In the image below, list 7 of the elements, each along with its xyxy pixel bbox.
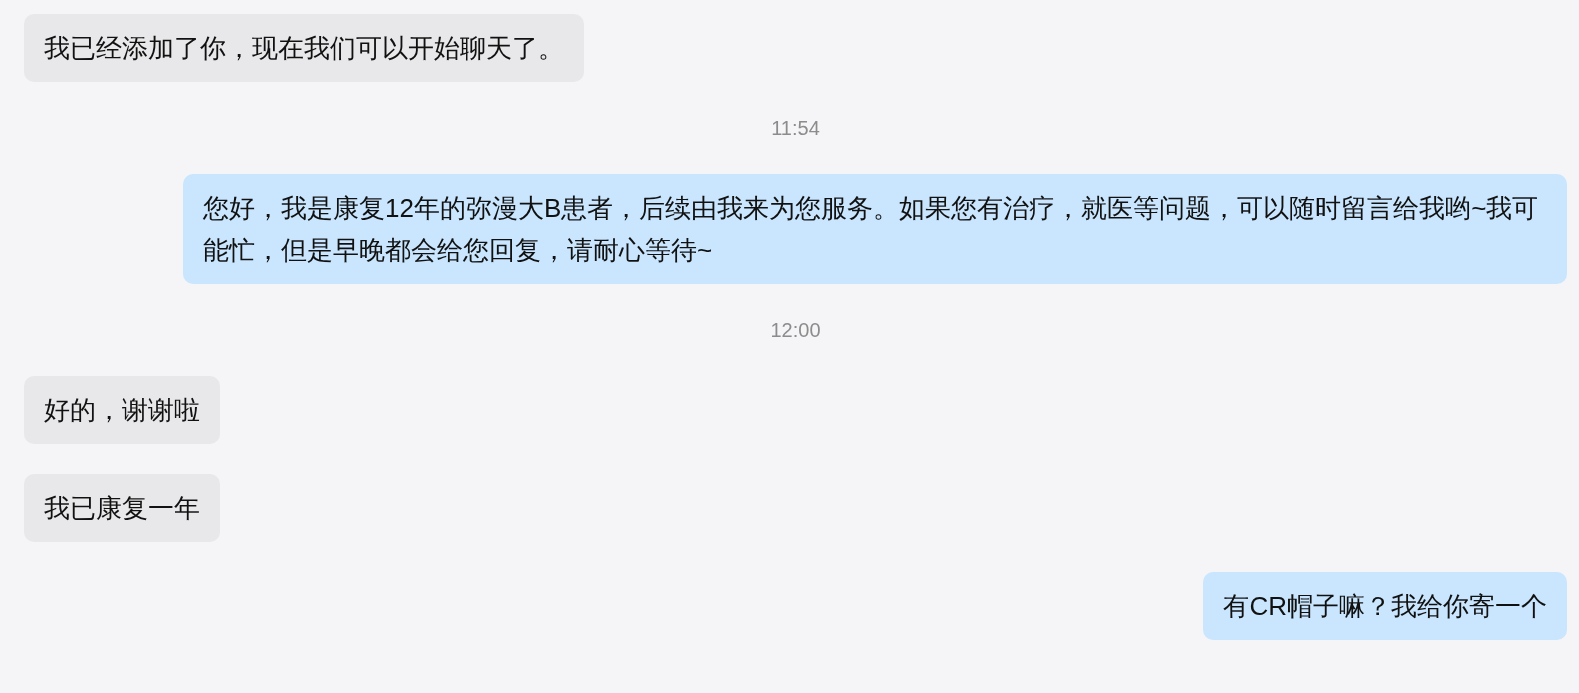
received-message-bubble: 我已经添加了你，现在我们可以开始聊天了。 — [24, 14, 584, 82]
sent-message-bubble: 有CR帽子嘛？我给你寄一个 — [1203, 572, 1567, 640]
timestamp: 11:54 — [771, 116, 820, 140]
sent-message-bubble: 您好，我是康复12年的弥漫大B患者，后续由我来为您服务。如果您有治疗，就医等问题，可以随时留言给我哟~我可能忙，但是早晚都会给您回复，请耐心等待~ — [183, 174, 1567, 284]
timestamp: 12:00 — [770, 318, 821, 342]
received-message-bubble: 我已康复一年 — [24, 474, 220, 542]
received-message-bubble: 好的，谢谢啦 — [24, 376, 220, 444]
